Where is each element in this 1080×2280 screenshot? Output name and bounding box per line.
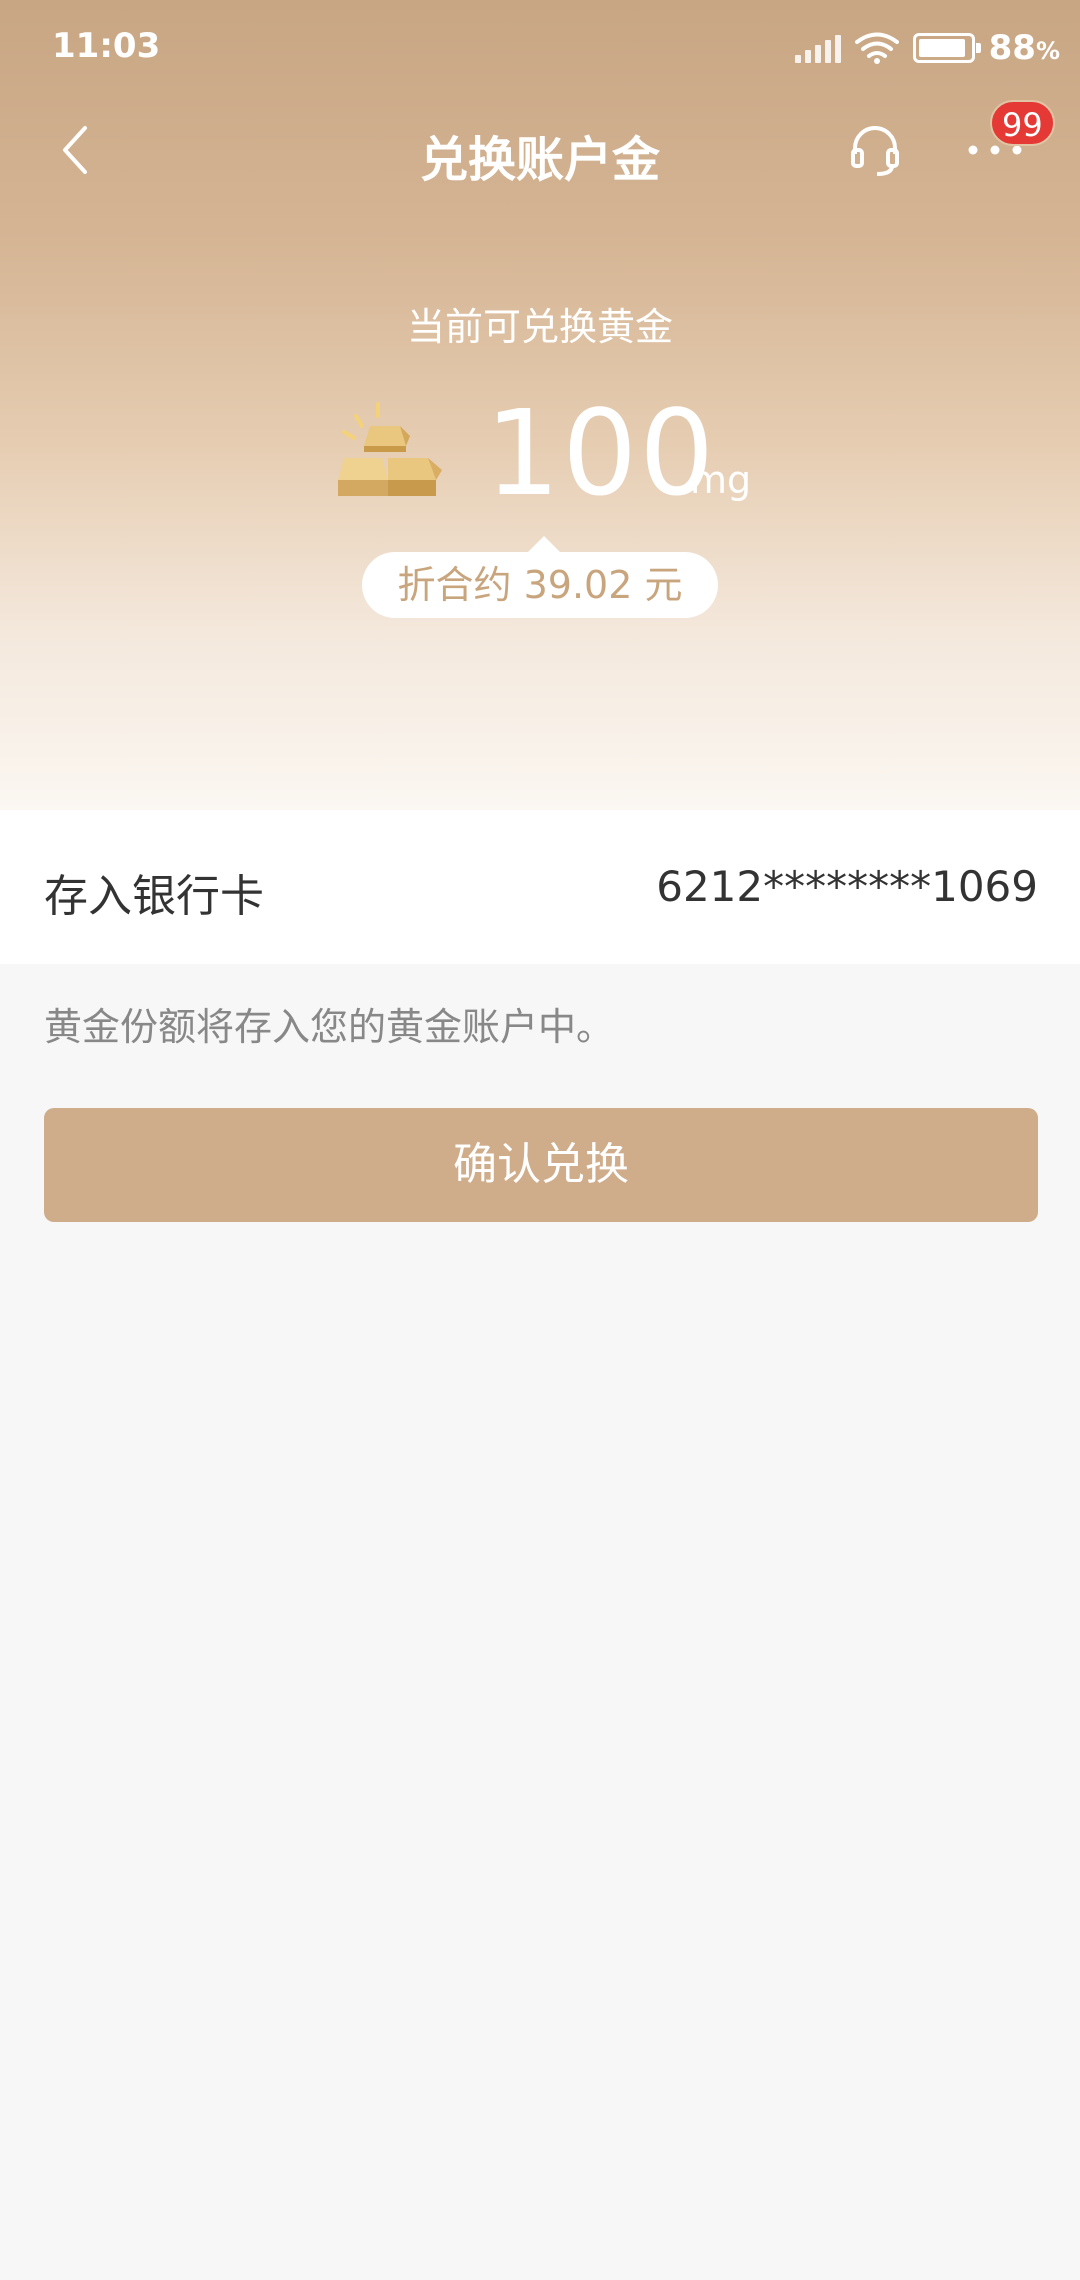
status-time: 11:03 (52, 26, 161, 66)
notification-badge: 99 (990, 100, 1055, 146)
gold-bars-icon (338, 402, 442, 496)
navigation-bar: 兑换账户金 (0, 110, 1080, 190)
page-title: 兑换账户金 (419, 132, 660, 188)
bank-card-number: 6212********1069 (656, 862, 1038, 911)
deposit-card-row[interactable]: 存入银行卡 6212********1069 (0, 810, 1080, 964)
deposit-card-label: 存入银行卡 (44, 871, 264, 922)
signal-icon (794, 33, 841, 63)
headset-icon (851, 126, 899, 176)
available-gold-label: 当前可兑换黄金 (406, 305, 673, 349)
deposit-hint: 黄金份额将存入您的黄金账户中。 (44, 1005, 615, 1049)
battery-percent: 88% (988, 28, 1060, 68)
equivalent-value-pill: 折合约 39.02 元 (362, 536, 718, 618)
status-icons: 88% (794, 26, 1060, 70)
wifi-icon (854, 32, 899, 64)
battery-icon (912, 33, 981, 63)
status-bar: 11:03 88% (0, 0, 1080, 96)
customer-service-button[interactable] (840, 115, 910, 185)
confirm-exchange-button[interactable]: 确认兑换 (44, 1108, 1038, 1222)
gold-amount: 100 (485, 384, 717, 522)
gold-amount-row: 100 mg (0, 384, 1080, 522)
gold-unit: mg (690, 458, 752, 502)
